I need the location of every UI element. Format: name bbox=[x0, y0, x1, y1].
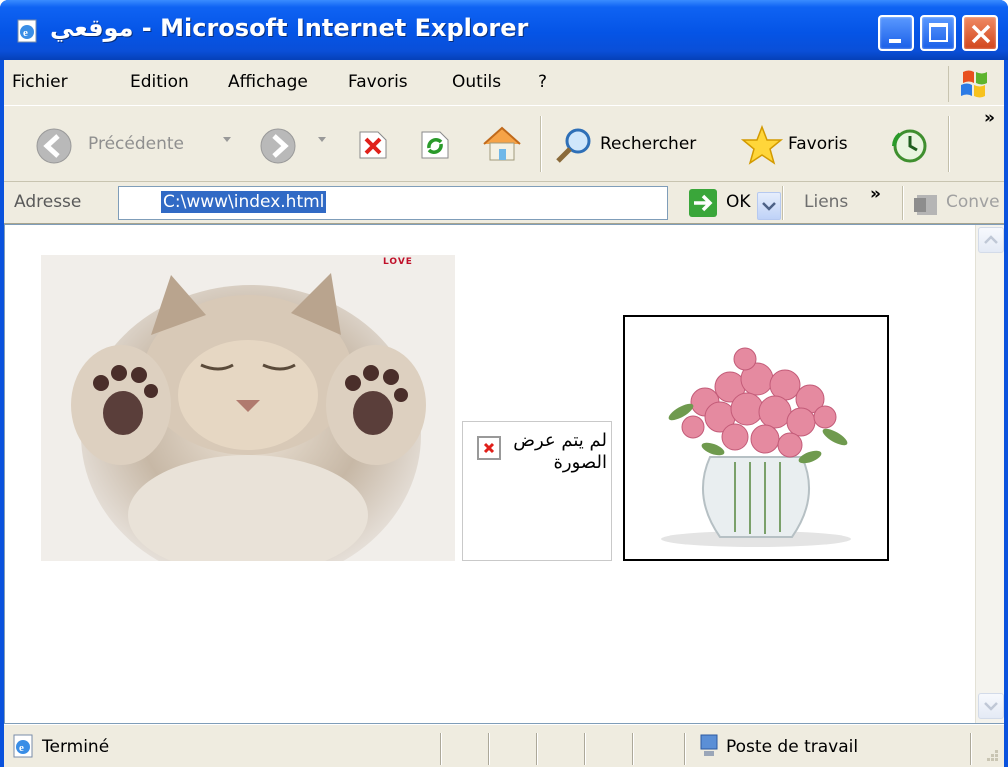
status-divider bbox=[536, 733, 538, 765]
home-icon[interactable] bbox=[480, 124, 524, 164]
go-label: OK bbox=[726, 192, 751, 212]
toolbar-separator bbox=[902, 186, 904, 220]
address-label: Adresse bbox=[14, 192, 82, 212]
page-done-icon: e bbox=[13, 734, 33, 758]
search-icon bbox=[556, 128, 591, 163]
back-label: Précédente bbox=[88, 134, 184, 154]
close-icon bbox=[971, 24, 991, 44]
toolbar-separator bbox=[948, 116, 950, 172]
chevron-up-icon bbox=[984, 235, 998, 244]
menu-fichier[interactable]: Fichier bbox=[12, 72, 68, 92]
vertical-scrollbar[interactable] bbox=[975, 225, 1004, 723]
links-label[interactable]: Liens bbox=[804, 192, 848, 212]
favorites-star-icon bbox=[740, 124, 784, 165]
search-button[interactable]: Rechercher bbox=[554, 126, 726, 166]
svg-text:e: e bbox=[19, 742, 24, 754]
standard-toolbar: Précédente Rechercher Favoris » bbox=[4, 106, 1004, 182]
status-divider bbox=[970, 733, 972, 765]
broken-image-alt-text: لم يتم عرض الصورة bbox=[513, 430, 607, 473]
menu-bar: Fichier Edition Affichage Favoris Outils… bbox=[4, 60, 1004, 106]
menu-affichage[interactable]: Affichage bbox=[228, 72, 308, 92]
toolbar-overflow-chevron[interactable]: » bbox=[984, 108, 995, 128]
convert-icon[interactable] bbox=[914, 190, 942, 218]
resize-grip-icon[interactable] bbox=[982, 747, 1000, 765]
forward-arrow-icon[interactable] bbox=[258, 126, 298, 166]
go-arrow-icon bbox=[689, 189, 717, 217]
back-arrow-icon bbox=[36, 128, 72, 164]
flower-vase-image bbox=[623, 315, 889, 561]
svg-text:e: e bbox=[23, 27, 28, 39]
status-text: Terminé bbox=[42, 737, 110, 757]
back-button[interactable]: Précédente bbox=[34, 126, 230, 166]
kitten-banner-text: LOVE bbox=[383, 257, 413, 267]
chevron-down-icon bbox=[984, 702, 998, 711]
status-divider bbox=[488, 733, 490, 765]
scroll-down-button[interactable] bbox=[978, 693, 1004, 719]
window-title: موقعي - Microsoft Internet Explorer bbox=[50, 14, 529, 42]
status-divider bbox=[440, 733, 442, 765]
favorites-button[interactable]: Favoris bbox=[740, 124, 876, 168]
toolbar-separator bbox=[540, 116, 542, 172]
refresh-icon[interactable] bbox=[418, 128, 452, 162]
windows-logo-icon bbox=[948, 66, 1004, 102]
menu-edition[interactable]: Edition bbox=[130, 72, 189, 92]
maximize-button[interactable] bbox=[920, 15, 956, 51]
menu-outils[interactable]: Outils bbox=[452, 72, 501, 92]
kitten-image: LOVE bbox=[41, 255, 455, 561]
stop-icon[interactable] bbox=[356, 128, 390, 162]
scroll-up-button[interactable] bbox=[978, 227, 1004, 253]
maximize-icon bbox=[929, 23, 948, 42]
convert-label[interactable]: Conve bbox=[946, 192, 1000, 212]
menu-help[interactable]: ? bbox=[538, 72, 547, 92]
browser-window: e موقعي - Microsoft Internet Explorer Fi… bbox=[0, 0, 1008, 767]
status-divider bbox=[684, 733, 686, 765]
ie-page-icon: e bbox=[17, 19, 37, 43]
status-bar: e Terminé Poste de travail bbox=[4, 724, 1004, 767]
forward-dropdown-icon[interactable] bbox=[318, 137, 326, 142]
links-overflow-chevron[interactable]: » bbox=[870, 184, 881, 204]
toolbar-separator bbox=[782, 186, 784, 220]
search-label: Rechercher bbox=[600, 134, 697, 154]
go-button[interactable]: OK bbox=[688, 186, 768, 220]
broken-image-icon bbox=[477, 436, 501, 460]
security-zone-label: Poste de travail bbox=[726, 737, 859, 757]
favorites-label: Favoris bbox=[788, 134, 848, 154]
broken-image-placeholder: لم يتم عرض الصورة bbox=[462, 421, 612, 561]
minimize-button[interactable] bbox=[878, 15, 914, 51]
status-divider bbox=[632, 733, 634, 765]
page-content: LOVE لم يتم عرض الصورة bbox=[4, 224, 1004, 724]
close-button[interactable] bbox=[962, 15, 998, 51]
status-divider bbox=[584, 733, 586, 765]
address-bar: Adresse C:\www\index.html OK Liens » Con… bbox=[4, 182, 1004, 224]
history-icon[interactable] bbox=[890, 126, 930, 166]
my-computer-icon bbox=[700, 734, 718, 756]
address-url[interactable]: C:\www\index.html bbox=[161, 191, 327, 213]
back-dropdown-icon[interactable] bbox=[223, 137, 231, 142]
minimize-icon bbox=[889, 39, 901, 43]
menu-favoris[interactable]: Favoris bbox=[348, 72, 408, 92]
title-bar[interactable]: e موقعي - Microsoft Internet Explorer bbox=[0, 0, 1008, 60]
address-input[interactable]: C:\www\index.html bbox=[118, 186, 781, 220]
